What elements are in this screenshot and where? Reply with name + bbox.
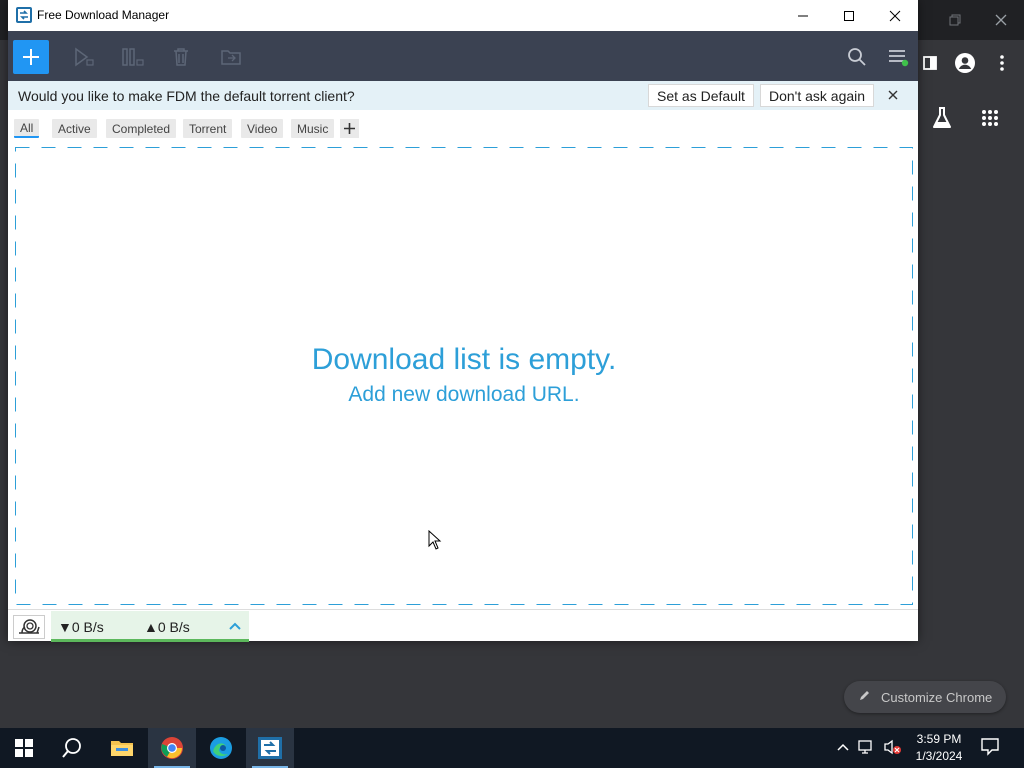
fdm-titlebar[interactable]: Free Download Manager — [8, 0, 918, 31]
google-apps-icon[interactable] — [978, 106, 1002, 130]
close-notification-icon[interactable] — [885, 87, 901, 103]
minimize-button[interactable] — [780, 0, 826, 31]
side-panel-icon[interactable] — [918, 51, 942, 75]
customize-chrome-label: Customize Chrome — [881, 689, 993, 705]
mouse-cursor-icon — [428, 529, 442, 550]
pause-icon[interactable] — [120, 44, 146, 70]
profile-icon[interactable] — [953, 51, 977, 75]
tab-all[interactable]: All — [14, 119, 40, 138]
fdm-icon[interactable] — [246, 728, 294, 768]
upload-speed: ▲0 B/s — [144, 619, 190, 635]
search-icon[interactable] — [48, 728, 96, 768]
chrome-menu-icon[interactable] — [990, 51, 1014, 75]
volume-muted-icon[interactable] — [884, 739, 902, 758]
tab-active[interactable]: Active — [52, 119, 97, 138]
add-new-url-link[interactable]: Add new download URL. — [15, 383, 913, 407]
pencil-icon — [858, 689, 871, 705]
add-download-button[interactable] — [13, 40, 49, 74]
chevron-up-icon[interactable] — [228, 619, 242, 633]
maximize-button[interactable] — [826, 0, 872, 31]
tab-torrent[interactable]: Torrent — [183, 119, 233, 138]
notification-center-icon[interactable] — [980, 736, 1004, 760]
empty-list-title: Download list is empty. — [311, 343, 617, 376]
edge-icon[interactable] — [197, 728, 245, 768]
main-menu-icon[interactable] — [885, 44, 911, 70]
delete-icon[interactable] — [168, 44, 194, 70]
file-explorer-icon[interactable] — [98, 728, 146, 768]
fdm-window: Free Download Manager Would you like to … — [8, 0, 918, 642]
snail-mode-icon[interactable] — [13, 615, 45, 639]
fdm-toolbar — [8, 31, 918, 81]
network-icon[interactable] — [858, 739, 876, 758]
chrome-restore-button[interactable] — [932, 0, 978, 40]
dont-ask-again-button[interactable]: Don't ask again — [760, 84, 875, 107]
resume-icon[interactable] — [71, 44, 97, 70]
status-bar: ▼0 B/s ▲0 B/s — [8, 609, 918, 642]
chrome-icon[interactable] — [148, 728, 196, 768]
default-client-notification: Would you like to make FDM the default t… — [8, 81, 918, 110]
move-folder-icon[interactable] — [218, 44, 244, 70]
clock-date: 1/3/2024 — [915, 749, 963, 763]
tab-music[interactable]: Music — [291, 119, 335, 138]
clock-time: 3:59 PM — [916, 732, 962, 746]
windows-taskbar: 3:59 PM 1/3/2024 — [0, 728, 1024, 768]
speed-panel[interactable]: ▼0 B/s ▲0 B/s — [51, 611, 249, 642]
window-title: Free Download Manager — [37, 8, 170, 22]
set-as-default-button[interactable]: Set as Default — [648, 84, 754, 107]
system-tray — [836, 728, 902, 768]
search-icon[interactable] — [844, 44, 870, 70]
download-speed: ▼0 B/s — [58, 619, 104, 635]
labs-flask-icon[interactable] — [930, 106, 954, 130]
close-button[interactable] — [872, 0, 918, 31]
customize-chrome-button[interactable]: Customize Chrome — [844, 681, 1007, 713]
chevron-up-icon[interactable] — [836, 740, 850, 757]
chrome-newtab-area — [918, 86, 1024, 728]
clock[interactable]: 3:59 PM 1/3/2024 — [912, 731, 966, 765]
notification-text: Would you like to make FDM the default t… — [18, 88, 355, 104]
tab-video[interactable]: Video — [241, 119, 284, 138]
download-list-drop-area[interactable]: Download list is empty. Add new download… — [14, 146, 913, 605]
chrome-close-button[interactable] — [978, 0, 1024, 40]
start-icon[interactable] — [0, 728, 48, 768]
fdm-app-icon — [16, 7, 32, 23]
tab-completed[interactable]: Completed — [106, 119, 177, 138]
add-tag-button[interactable] — [340, 119, 359, 138]
filter-tabs: All Active Completed Torrent Video Music — [8, 110, 918, 144]
